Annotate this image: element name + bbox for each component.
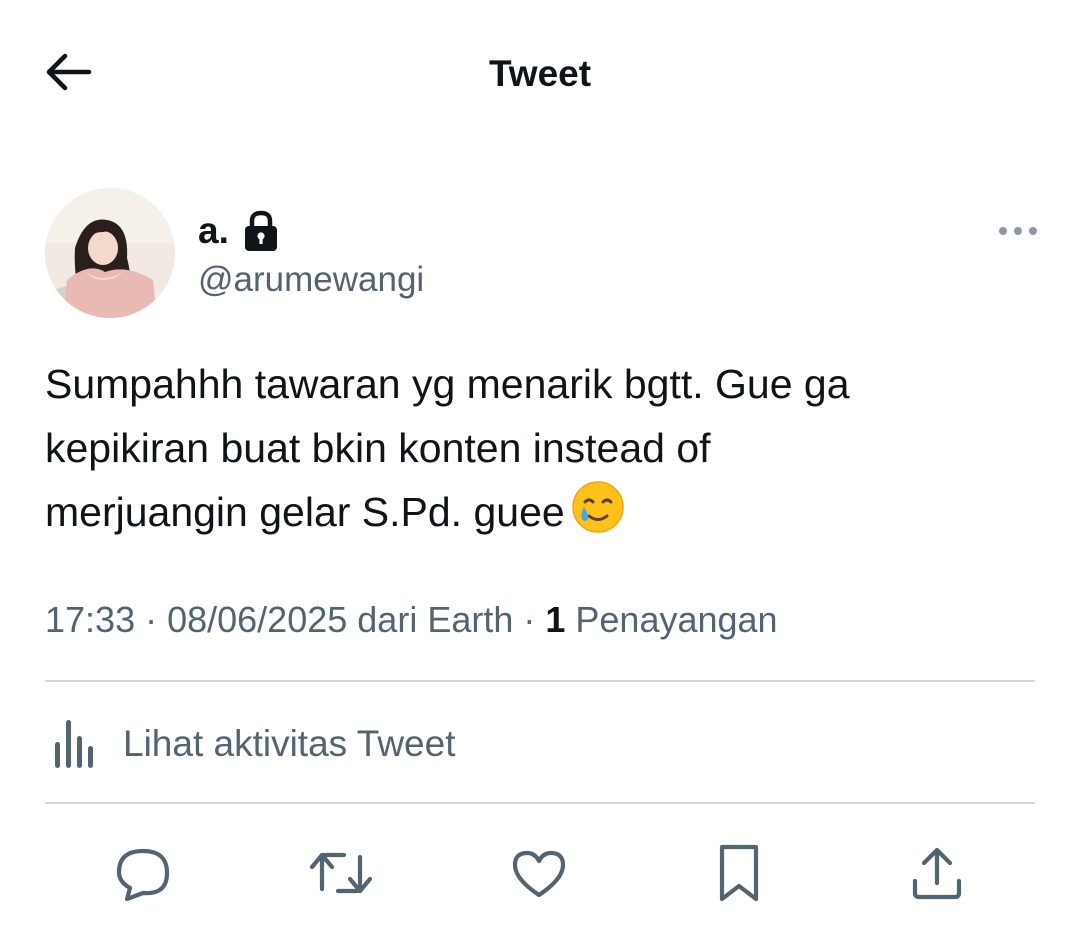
reply-icon	[116, 848, 170, 902]
smiling-face-with-tear-icon	[571, 480, 625, 552]
display-name: a.	[198, 210, 229, 251]
analytics-bars-icon	[55, 720, 93, 768]
top-bar: Tweet	[0, 0, 1080, 150]
views-label: Penayangan	[565, 599, 778, 640]
divider	[45, 680, 1035, 682]
views-count: 1	[545, 599, 566, 640]
author-name-row[interactable]: a.	[198, 206, 279, 256]
divider	[45, 802, 1035, 804]
retweet-icon	[309, 852, 373, 894]
meta-separator: ·	[513, 599, 546, 640]
like-button[interactable]	[504, 838, 574, 908]
tweet-text-line: kepikiran buat bkin konten instead of	[45, 425, 711, 471]
activity-label: Lihat aktivitas Tweet	[123, 723, 456, 764]
share-button[interactable]	[902, 838, 972, 908]
bookmark-button[interactable]	[704, 838, 774, 908]
more-icon	[999, 227, 1037, 235]
tweet-meta: 17:33 · 08/06/2025 dari Earth · 1 Penaya…	[45, 596, 778, 644]
user-handle[interactable]: @arumewangi	[198, 258, 424, 302]
lock-icon	[243, 210, 279, 252]
tweet-date: 08/06/2025	[167, 599, 348, 640]
meta-separator: ·	[135, 599, 168, 640]
page-title: Tweet	[488, 53, 592, 94]
tweet-text-line: Sumpahhh tawaran yg menarik bgtt. Gue ga	[45, 361, 850, 407]
tweet-text: Sumpahhh tawaran yg menarik bgtt. Gue ga…	[45, 352, 1035, 552]
share-icon	[912, 847, 962, 900]
tweet-activity-link[interactable]: Lihat aktivitas Tweet	[45, 712, 1035, 776]
retweet-button[interactable]	[306, 838, 376, 908]
bookmark-icon	[719, 844, 759, 902]
tweet-text-line: merjuangin gelar S.Pd. guee	[45, 489, 565, 535]
more-options-button[interactable]	[994, 214, 1042, 248]
avatar[interactable]	[45, 188, 175, 318]
heart-icon	[512, 850, 566, 898]
tweet-source: dari Earth	[347, 599, 514, 640]
reply-button[interactable]	[108, 838, 178, 908]
tweet-time: 17:33	[45, 599, 136, 640]
